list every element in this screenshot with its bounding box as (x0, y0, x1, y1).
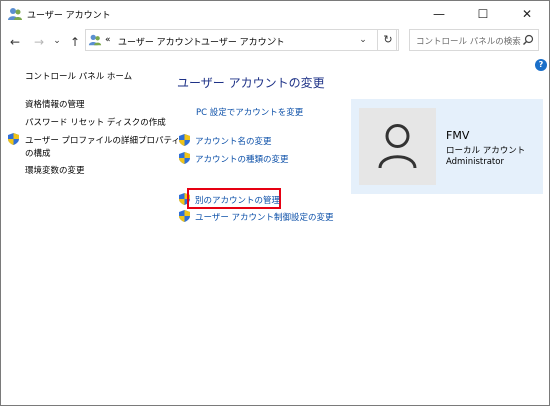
sidebar-item-control-panel-home[interactable]: コントロール パネル ホーム (25, 70, 132, 82)
change-account-type-link[interactable]: アカウントの種類の変更 (195, 153, 289, 165)
help-icon[interactable]: ? (535, 59, 547, 71)
refresh-button[interactable]: ↻ (377, 29, 399, 51)
sidebar-item-advanced-profile-properties-continued[interactable]: の構成 (25, 147, 51, 159)
user-accounts-window: ユーザー アカウント — ☐ ✕ ← → ⌄ ↑ « ユーザー アカウント › … (0, 0, 550, 406)
uac-shield-icon (179, 152, 190, 164)
change-in-pc-settings-link[interactable]: PC 設定でアカウントを変更 (196, 106, 303, 118)
breadcrumb-separator[interactable]: › (273, 35, 277, 45)
window-title: ユーザー アカウント (27, 11, 111, 21)
account-name: FMV (446, 129, 470, 142)
address-dropdown-button[interactable]: ⌄ (356, 31, 370, 49)
recent-locations-button[interactable]: ⌄ (52, 33, 62, 49)
search-icon[interactable] (522, 34, 534, 46)
account-card: FMV ローカル アカウント Administrator (351, 99, 543, 194)
address-overflow[interactable]: « (105, 35, 111, 45)
page-title: ユーザー アカウントの変更 (177, 76, 325, 90)
close-button[interactable]: ✕ (505, 1, 549, 27)
up-button[interactable]: ↑ (67, 34, 83, 50)
uac-shield-icon (179, 210, 190, 222)
uac-shield-icon (8, 133, 19, 145)
account-type: ローカル アカウント (446, 146, 526, 156)
sidebar-item-environment-variables[interactable]: 環境変数の変更 (25, 164, 85, 176)
search-box[interactable]: コントロール パネルの検索 (409, 29, 539, 51)
manage-another-account-link[interactable]: 別のアカウントの管理 (195, 194, 280, 206)
forward-button[interactable]: → (31, 34, 47, 50)
address-bar[interactable]: « ユーザー アカウント › ユーザー アカウント › (85, 29, 397, 51)
sidebar-item-advanced-profile-properties[interactable]: ユーザー プロファイルの詳細プロパティ (25, 134, 180, 146)
uac-settings-link[interactable]: ユーザー アカウント制御設定の変更 (195, 211, 334, 223)
minimize-button[interactable]: — (417, 1, 461, 27)
avatar (359, 108, 436, 185)
change-account-name-link[interactable]: アカウント名の変更 (195, 135, 272, 147)
title-bar: ユーザー アカウント — ☐ ✕ (1, 1, 549, 27)
back-button[interactable]: ← (7, 34, 23, 50)
breadcrumb-separator[interactable]: › (190, 35, 194, 45)
sidebar-item-password-reset-disk[interactable]: パスワード リセット ディスクの作成 (25, 116, 166, 128)
uac-shield-icon (179, 134, 190, 146)
user-accounts-icon (8, 8, 22, 20)
sidebar-item-credential-manager[interactable]: 資格情報の管理 (25, 98, 85, 110)
user-avatar-icon (378, 124, 417, 169)
user-accounts-icon (88, 34, 102, 46)
account-role: Administrator (446, 157, 504, 167)
maximize-button[interactable]: ☐ (461, 1, 505, 27)
search-input[interactable]: コントロール パネルの検索 (416, 35, 521, 47)
